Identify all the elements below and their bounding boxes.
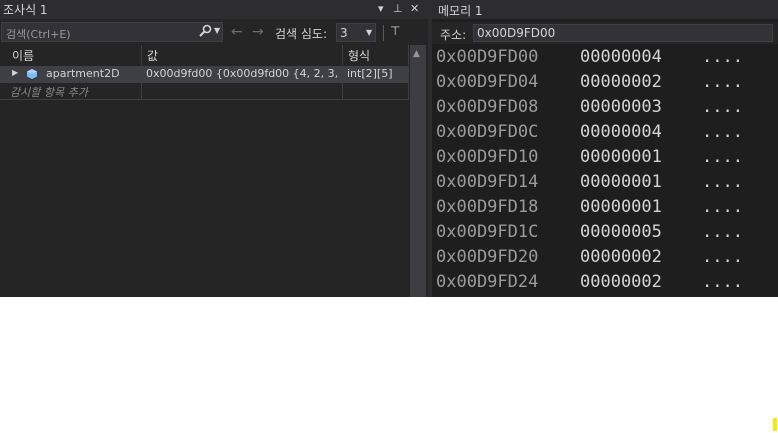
address-input[interactable]: 0x00D9FD00 — [473, 24, 773, 42]
column-header-value[interactable]: 값 — [142, 45, 343, 65]
memory-row[interactable]: 0x00D9FD04 00000002 .... — [436, 72, 743, 97]
memory-value[interactable]: 00000001 — [580, 147, 662, 167]
search-options-dropdown-icon[interactable]: ▼ — [214, 26, 220, 35]
column-header-type[interactable]: 형식 — [343, 45, 409, 65]
memory-value[interactable]: 00000002 — [580, 272, 662, 292]
memory-address: 0x00D9FD24 — [436, 272, 539, 292]
pin-icon[interactable]: ⊥ — [393, 2, 403, 15]
memory-title: 메모리 1 — [438, 4, 483, 18]
memory-value[interactable]: 00000004 — [580, 47, 662, 67]
expand-arrow-icon[interactable]: ▶ — [12, 68, 18, 77]
memory-chars: .... — [702, 72, 743, 92]
search-placeholder: 검색(Ctrl+E) — [6, 28, 71, 41]
address-label: 주소: — [440, 28, 467, 42]
variable-icon — [27, 69, 37, 79]
memory-address: 0x00D9FD00 — [436, 47, 539, 67]
watch-panel: 조사식 1 ▾ ⊥ ✕ 검색(Ctrl+E) ▼ ← → 검색 심도: 3 ▼ … — [0, 0, 428, 297]
memory-chars: .... — [702, 122, 743, 142]
memory-row[interactable]: 0x00D9FD0C 00000004 .... — [436, 122, 743, 147]
memory-address: 0x00D9FD18 — [436, 197, 539, 217]
memory-panel: 메모리 1 주소: 0x00D9FD00 0x00D9FD00 00000004… — [432, 0, 778, 297]
watch-titlebar: 조사식 1 ▾ ⊥ ✕ — [0, 0, 428, 19]
column-header-name[interactable]: 이름 — [0, 45, 142, 65]
close-icon[interactable]: ✕ — [410, 2, 419, 15]
search-depth-value: 3 — [340, 26, 348, 40]
watch-row[interactable]: ▶ apartment2D 0x00d9fd00 {0x00d9fd00 {4,… — [0, 66, 409, 83]
memory-row[interactable]: 0x00D9FD10 00000001 .... — [436, 147, 743, 172]
add-watch-value-cell — [142, 83, 343, 100]
memory-row[interactable]: 0x00D9FD14 00000001 .... — [436, 172, 743, 197]
memory-chars: .... — [702, 222, 743, 242]
watch-scrollbar[interactable]: ▲ — [410, 45, 426, 297]
memory-titlebar: 메모리 1 — [432, 0, 778, 19]
memory-chars: .... — [702, 97, 743, 117]
memory-address: 0x00D9FD04 — [436, 72, 539, 92]
memory-address: 0x00D9FD08 — [436, 97, 539, 117]
memory-row[interactable]: 0x00D9FD24 00000002 .... — [436, 272, 743, 297]
memory-value[interactable]: 00000005 — [580, 222, 662, 242]
memory-address: 0x00D9FD1C — [436, 222, 539, 242]
address-value: 0x00D9FD00 — [477, 26, 556, 40]
watch-value-cell[interactable]: 0x00d9fd00 {0x00d9fd00 {4, 2, 3, 4, ... — [142, 66, 343, 83]
dropdown-icon[interactable]: ▾ — [378, 2, 384, 15]
memory-row[interactable]: 0x00D9FD1C 00000005 .... — [436, 222, 743, 247]
back-arrow-icon[interactable]: ← — [231, 24, 243, 40]
memory-value[interactable]: 00000001 — [580, 197, 662, 217]
search-depth-label: 검색 심도: — [275, 27, 328, 41]
memory-address: 0x00D9FD10 — [436, 147, 539, 167]
chevron-down-icon: ▼ — [366, 28, 373, 37]
watch-variable-name: apartment2D — [46, 67, 120, 80]
cursor-marker — [773, 418, 777, 431]
add-watch-row[interactable]: 감시할 항목 추가 — [0, 83, 409, 100]
add-watch-type-cell — [343, 83, 409, 100]
toolbar-divider — [383, 25, 384, 41]
scroll-up-icon[interactable]: ▲ — [413, 49, 420, 59]
memory-value[interactable]: 00000004 — [580, 122, 662, 142]
memory-chars: .... — [702, 197, 743, 217]
memory-address: 0x00D9FD20 — [436, 247, 539, 267]
watch-name-cell: ▶ apartment2D — [0, 66, 142, 83]
memory-row[interactable]: 0x00D9FD18 00000001 .... — [436, 197, 743, 222]
watch-title: 조사식 1 — [3, 3, 48, 17]
search-input[interactable]: 검색(Ctrl+E) ▼ — [1, 22, 223, 42]
memory-chars: .... — [702, 272, 743, 292]
search-icon[interactable] — [198, 24, 212, 38]
memory-value[interactable]: 00000001 — [580, 172, 662, 192]
memory-value[interactable]: 00000002 — [580, 247, 662, 267]
memory-value[interactable]: 00000002 — [580, 72, 662, 92]
add-watch-placeholder: 감시할 항목 추가 — [10, 86, 88, 99]
memory-address: 0x00D9FD0C — [436, 122, 539, 142]
memory-address-bar: 주소: 0x00D9FD00 — [432, 22, 778, 44]
pin-watch-icon[interactable]: ⊤ — [390, 24, 400, 38]
search-depth-select[interactable]: 3 ▼ — [336, 23, 376, 42]
watch-toolbar: 검색(Ctrl+E) ▼ ← → 검색 심도: 3 ▼ ⊤ — [0, 21, 428, 43]
forward-arrow-icon[interactable]: → — [252, 24, 264, 40]
memory-row[interactable]: 0x00D9FD20 00000002 .... — [436, 247, 743, 272]
memory-chars: .... — [702, 147, 743, 167]
memory-value[interactable]: 00000003 — [580, 97, 662, 117]
watch-type-cell: int[2][5] — [343, 66, 409, 83]
memory-chars: .... — [702, 47, 743, 67]
memory-chars: .... — [702, 247, 743, 267]
add-watch-input[interactable]: 감시할 항목 추가 — [0, 83, 142, 100]
memory-chars: .... — [702, 172, 743, 192]
memory-address: 0x00D9FD14 — [436, 172, 539, 192]
watch-variable-type: int[2][5] — [347, 67, 393, 80]
watch-variable-value: 0x00d9fd00 {0x00d9fd00 {4, 2, 3, 4, ... — [146, 67, 342, 80]
memory-row[interactable]: 0x00D9FD00 00000004 .... — [436, 47, 743, 72]
memory-row[interactable]: 0x00D9FD08 00000003 .... — [436, 97, 743, 122]
